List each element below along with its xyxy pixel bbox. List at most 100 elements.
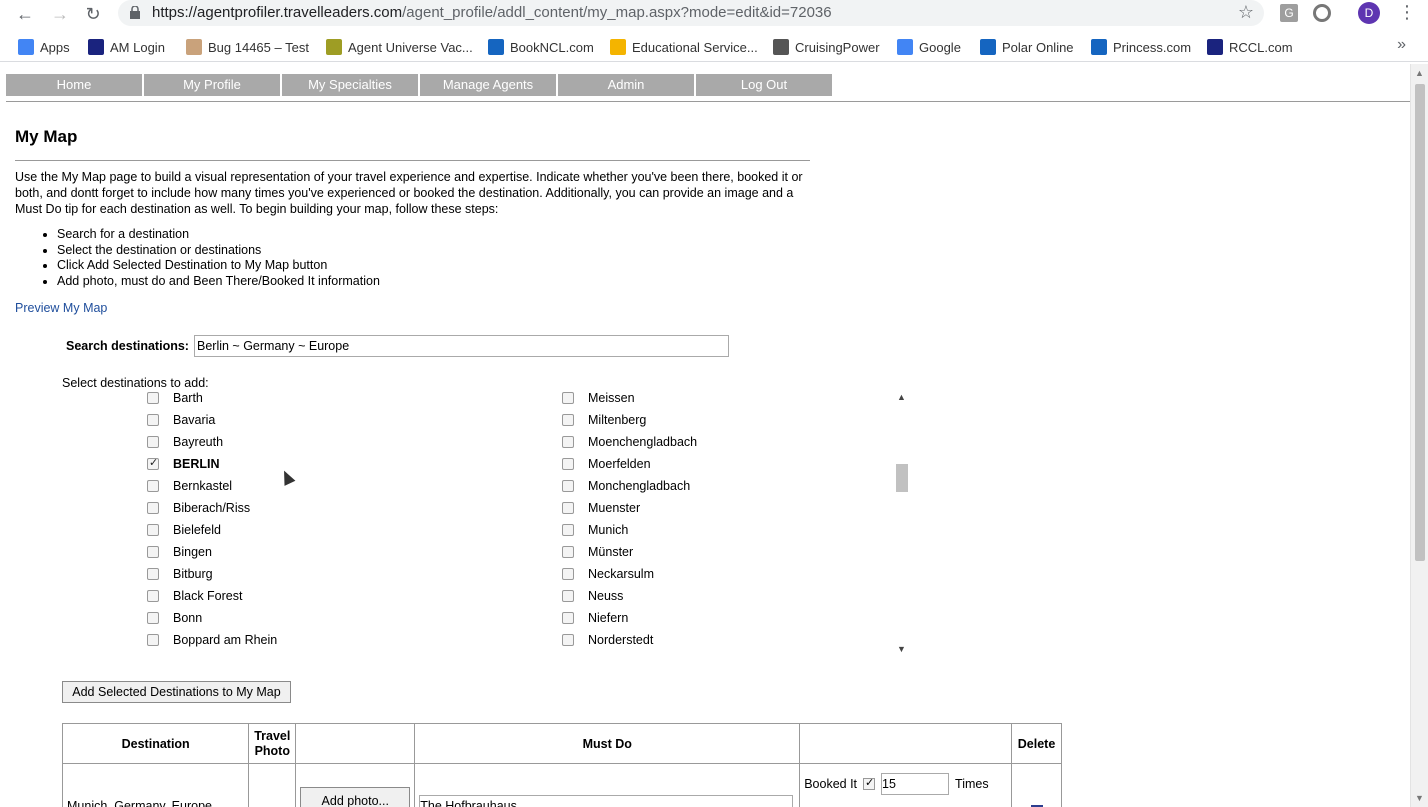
page-scroll-down-icon[interactable]: ▼ xyxy=(1415,793,1424,803)
bookmarks-overflow-icon[interactable]: » xyxy=(1397,36,1406,54)
header-travel-photo: Travel Photo xyxy=(248,723,297,764)
destination-checkbox[interactable] xyxy=(562,546,574,558)
destination-label: Neuss xyxy=(588,589,624,603)
destination-checkbox[interactable] xyxy=(147,546,159,558)
bookmark-star-icon[interactable]: ☆ xyxy=(1238,2,1254,23)
booked-times-input[interactable] xyxy=(881,773,950,795)
destination-checkbox[interactable] xyxy=(147,456,159,470)
destination-option[interactable]: Black Forest xyxy=(147,586,242,606)
bookmark-cruisingpower[interactable]: CruisingPower xyxy=(773,38,880,56)
bookmark-agent-universe-vac[interactable]: Agent Universe Vac... xyxy=(326,38,473,56)
rccl-icon xyxy=(1207,39,1223,55)
destination-checkbox[interactable] xyxy=(562,436,574,448)
destination-label: Black Forest xyxy=(173,589,243,603)
destination-checkbox[interactable] xyxy=(562,612,574,624)
destination-option[interactable]: Miltenberg xyxy=(562,410,646,430)
bookmark-rccl-com[interactable]: RCCL.com xyxy=(1207,38,1293,56)
destination-option[interactable]: Bitburg xyxy=(147,564,213,584)
destination-option[interactable]: Bielefeld xyxy=(147,520,221,540)
browser-menu-icon[interactable]: ⋮ xyxy=(1398,2,1416,23)
bookmark-bookncl-com[interactable]: BookNCL.com xyxy=(488,38,594,56)
scroll-thumb[interactable] xyxy=(896,464,908,492)
destination-checkbox[interactable] xyxy=(147,392,159,404)
destination-option[interactable]: Norderstedt xyxy=(562,630,653,650)
destination-option[interactable]: Barth xyxy=(147,390,203,408)
bookmark-google[interactable]: Google xyxy=(897,38,961,56)
back-arrow-icon[interactable]: ← xyxy=(14,3,36,25)
destination-checkbox[interactable] xyxy=(147,524,159,536)
profile-avatar[interactable]: D xyxy=(1358,2,1380,24)
bookmark-princess-com[interactable]: Princess.com xyxy=(1091,38,1191,56)
destination-checkbox[interactable] xyxy=(562,480,574,492)
add-photo-button[interactable]: Add photo... xyxy=(300,787,411,807)
destination-checkbox[interactable] xyxy=(562,458,574,470)
destination-checkbox[interactable] xyxy=(147,590,159,602)
destination-checkbox[interactable] xyxy=(562,634,574,646)
bookmark-am-login[interactable]: AM Login xyxy=(88,38,165,56)
menu-home[interactable]: Home xyxy=(6,74,143,96)
scroll-up-arrow-icon[interactable]: ▲ xyxy=(897,392,906,402)
destinations-scrollbar[interactable]: ▲ ▼ xyxy=(892,390,910,656)
destinations-list[interactable]: ▲ ▼ Barth Bavaria Bayreuth BERLIN Bernkastel… xyxy=(140,390,910,656)
destination-option[interactable]: BERLIN xyxy=(147,454,220,474)
destination-label: Muenster xyxy=(588,501,641,515)
search-destinations-input[interactable] xyxy=(194,335,729,357)
address-bar[interactable]: https://agentprofiler.travelleaders.com/… xyxy=(118,0,1264,26)
destination-option[interactable]: Bernkastel xyxy=(147,476,232,496)
destination-checkbox[interactable] xyxy=(147,480,159,492)
destination-option[interactable]: Moerfelden xyxy=(562,454,651,474)
destination-option[interactable]: Boppard am Rhein xyxy=(147,630,277,650)
destination-option[interactable]: Moenchengladbach xyxy=(562,432,697,452)
bookmark-label: Educational Service... xyxy=(632,39,758,55)
forward-arrow-icon[interactable]: → xyxy=(49,3,71,25)
bookmark-bug-14465-test[interactable]: Bug 14465 – Test xyxy=(186,38,309,56)
destination-checkbox[interactable] xyxy=(147,436,159,448)
menu-admin[interactable]: Admin xyxy=(558,74,695,96)
extension-circle-icon[interactable] xyxy=(1313,4,1331,22)
reload-icon[interactable]: ↻ xyxy=(82,3,104,25)
destination-option[interactable]: Bavaria xyxy=(147,410,215,430)
destination-checkbox[interactable] xyxy=(562,502,574,514)
destination-option[interactable]: Neuss xyxy=(562,586,623,606)
destination-option[interactable]: Neckarsulm xyxy=(562,564,654,584)
must-do-input[interactable] xyxy=(419,795,794,807)
destination-option[interactable]: Bayreuth xyxy=(147,432,223,452)
destination-option[interactable]: Meissen xyxy=(562,390,635,408)
booked-it-checkbox[interactable] xyxy=(863,776,876,790)
destination-option[interactable]: Munich xyxy=(562,520,628,540)
destination-option[interactable]: Monchengladbach xyxy=(562,476,690,496)
destination-option[interactable]: Bonn xyxy=(147,608,202,628)
destination-checkbox[interactable] xyxy=(147,502,159,514)
menu-my-profile[interactable]: My Profile xyxy=(144,74,281,96)
destination-option[interactable]: Muenster xyxy=(562,498,640,518)
am-login-icon xyxy=(88,39,104,55)
bookmark-label: BookNCL.com xyxy=(510,39,594,55)
extension-g-icon[interactable]: G xyxy=(1280,4,1298,22)
scroll-down-arrow-icon[interactable]: ▼ xyxy=(897,644,906,654)
destination-checkbox[interactable] xyxy=(562,524,574,536)
page-scroll-thumb[interactable] xyxy=(1415,84,1425,561)
menu-my-specialties[interactable]: My Specialties xyxy=(282,74,419,96)
destination-option[interactable]: Biberach/Riss xyxy=(147,498,250,518)
bookmark-educational-service[interactable]: Educational Service... xyxy=(610,38,758,56)
destination-checkbox[interactable] xyxy=(147,612,159,624)
destination-checkbox[interactable] xyxy=(147,634,159,646)
preview-my-map-link[interactable]: Preview My Map xyxy=(15,301,107,315)
page-scroll-up-icon[interactable]: ▲ xyxy=(1415,68,1424,78)
destination-checkbox[interactable] xyxy=(562,590,574,602)
destination-option[interactable]: Münster xyxy=(562,542,633,562)
page-scrollbar[interactable]: ▲ ▼ xyxy=(1410,64,1428,807)
destination-checkbox[interactable] xyxy=(562,414,574,426)
destination-checkbox[interactable] xyxy=(562,568,574,580)
destination-checkbox[interactable] xyxy=(147,414,159,426)
destination-option[interactable]: Niefern xyxy=(562,608,628,628)
add-selected-destinations-button[interactable]: Add Selected Destinations to My Map xyxy=(62,681,291,703)
destination-checkbox[interactable] xyxy=(562,392,574,404)
destination-option[interactable]: Bingen xyxy=(147,542,212,562)
bookmark-polar-online[interactable]: Polar Online xyxy=(980,38,1074,56)
bookmark-apps[interactable]: Apps xyxy=(18,38,70,56)
menu-log-out[interactable]: Log Out xyxy=(696,74,833,96)
header-booked xyxy=(799,723,1013,764)
destination-checkbox[interactable] xyxy=(147,568,159,580)
menu-manage-agents[interactable]: Manage Agents xyxy=(420,74,557,96)
